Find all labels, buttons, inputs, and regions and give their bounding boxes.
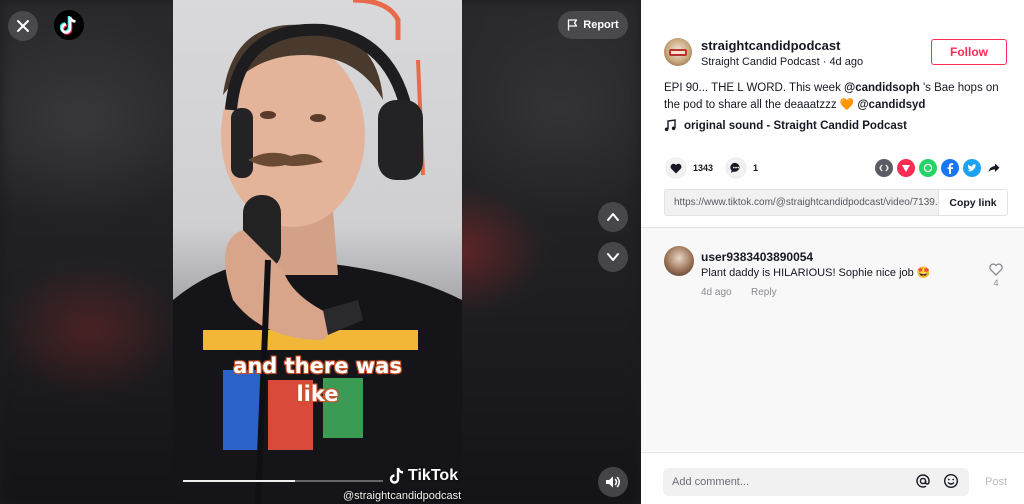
flag-icon [568,19,578,31]
author-subtitle: Straight Candid Podcast · 4d ago [701,56,863,68]
previous-video-button[interactable] [598,202,628,232]
caption-line-1: and there was [233,354,402,378]
report-label: Report [583,19,619,31]
comment-composer: Post [641,452,1024,504]
like-button[interactable]: 1343 [665,157,713,179]
video-progress-bar[interactable] [183,480,383,482]
caption-line-2: like [296,382,339,406]
tiktok-note-icon [389,467,404,484]
report-button[interactable]: Report [558,11,628,39]
tiktok-watermark: TikTok [389,467,458,485]
whatsapp-icon[interactable] [919,159,937,177]
mention-candidsoph[interactable]: @candidsoph [844,82,920,94]
share-icons-row [875,159,1003,177]
reply-button[interactable]: Reply [751,287,777,298]
video-still [173,0,462,504]
comment-like-button[interactable]: 4 [989,263,1003,288]
post-description: EPI 90... THE L WORD. This week @candids… [664,80,1009,114]
mention-button[interactable] [915,473,931,494]
video-player[interactable]: and there was like TikTok @straightcandi… [0,0,641,504]
author-avatar-image [669,49,687,56]
at-sign-icon [916,474,930,488]
follow-button[interactable]: Follow [931,39,1007,65]
volume-icon [606,476,620,488]
post-age: 4d ago [829,56,864,68]
sound-title: original sound - Straight Candid Podcast [684,119,907,132]
emoji-button[interactable] [943,473,959,494]
chevron-down-icon [607,253,619,261]
comment-count: 1 [753,163,759,173]
heart-icon [670,163,682,173]
twitter-icon[interactable] [963,159,981,177]
commenter-avatar[interactable] [664,246,694,276]
original-sound-link[interactable]: original sound - Straight Candid Podcast [664,119,907,132]
emoji-icon [943,473,959,489]
comment-like-count: 4 [993,278,999,288]
author-display-name: Straight Candid Podcast [701,56,820,68]
like-bubble [665,157,687,179]
facebook-icon[interactable] [941,159,959,177]
heart-outline-icon [989,263,1003,276]
copy-link-box: https://www.tiktok.com/@straightcandidpo… [664,189,1008,216]
author-avatar[interactable] [664,38,692,66]
comments-list: user9383403890054 Plant daddy is HILARIO… [641,227,1024,451]
comment-date: 4d ago [701,287,732,298]
comment-icon [730,162,740,173]
video-caption: and there was like [173,352,462,408]
share-arrow-icon[interactable] [985,159,1003,177]
chevron-up-icon [607,213,619,221]
like-count: 1343 [693,163,714,173]
comment-text: Plant daddy is HILARIOUS! Sophie nice jo… [701,267,931,279]
video-link-text[interactable]: https://www.tiktok.com/@straightcandidpo… [665,197,938,208]
volume-button[interactable] [598,467,628,497]
next-video-button[interactable] [598,242,628,272]
description-text-1: EPI 90... THE L WORD. This week [664,82,845,94]
post-comment-button[interactable]: Post [985,476,1007,488]
comment-count-button[interactable]: 1 [725,157,758,179]
post-details-panel: straightcandidpodcast Straight Candid Po… [641,0,1024,504]
copy-link-button[interactable]: Copy link [938,190,1007,215]
video-progress-fill [183,480,295,482]
close-button[interactable] [8,11,38,41]
commenter-username[interactable]: user9383403890054 [701,250,813,264]
tiktok-logo-icon [60,16,76,35]
friends-icon[interactable] [897,159,915,177]
mention-candidsyd[interactable]: @candidsyd [857,99,925,111]
video-frame[interactable] [173,0,462,504]
watermark-handle: @straightcandidpodcast [343,490,462,502]
watermark-brand: TikTok [408,467,459,484]
tiktok-logo[interactable] [54,10,84,40]
music-note-icon [664,119,676,132]
author-username[interactable]: straightcandidpodcast [701,38,840,53]
comment-bubble [725,157,747,179]
close-icon [17,20,29,32]
embed-icon[interactable] [875,159,893,177]
